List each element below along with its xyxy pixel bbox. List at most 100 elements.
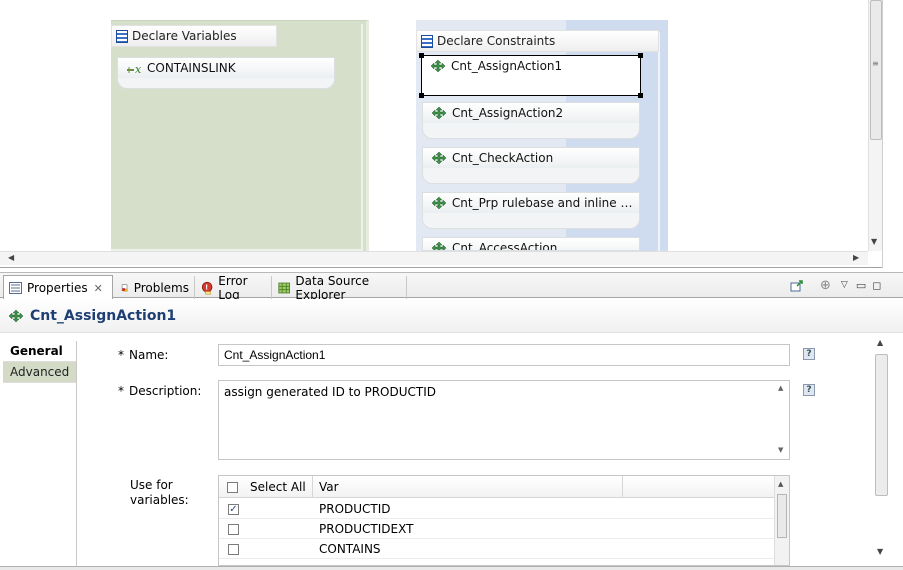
- declare-constraints-title: Declare Constraints: [437, 34, 556, 48]
- canvas-vertical-scrollbar[interactable]: ≡ ▼: [868, 0, 882, 251]
- tab-label: Error Log: [218, 273, 248, 302]
- svg-text:x: x: [135, 63, 142, 75]
- scroll-down-arrow-icon[interactable]: ▼: [871, 237, 877, 246]
- var-cell: CONTAINS: [319, 542, 381, 556]
- variable-node-label: CONTAINSLINK: [147, 61, 236, 75]
- tab-properties[interactable]: Properties ✕: [3, 275, 113, 300]
- description-textarea[interactable]: assign generated ID to PRODUCTID ▲ ▼: [218, 380, 790, 460]
- scroll-thumb[interactable]: [777, 494, 787, 538]
- side-tab-general[interactable]: General: [3, 341, 76, 362]
- window-bottom-edge: [0, 566, 903, 570]
- description-label-text: Description:: [129, 384, 202, 398]
- row-checkbox[interactable]: [228, 523, 239, 535]
- view-menu-group: ⊕ ▽ ▭ ◻: [820, 276, 881, 294]
- variable-icon: x: [127, 63, 142, 75]
- constraint-node-assignaction2[interactable]: Cnt_AssignAction2: [422, 102, 640, 139]
- declare-constraints-header[interactable]: Declare Constraints: [416, 30, 659, 52]
- minimize-icon[interactable]: ▭: [856, 279, 866, 292]
- scroll-down-arrow-icon[interactable]: ▼: [778, 446, 783, 454]
- scroll-right-arrow-icon[interactable]: ▶: [853, 253, 859, 262]
- scroll-thumb[interactable]: [870, 0, 882, 140]
- select-all-checkbox[interactable]: [227, 481, 238, 493]
- table-row[interactable]: CONTAINS: [219, 539, 774, 559]
- constraint-icon: [431, 151, 447, 165]
- tab-label: Problems: [133, 280, 189, 295]
- row-checkbox[interactable]: [228, 543, 239, 555]
- constraint-node-prp-rulebase[interactable]: Cnt_Prp rulebase and inline Act...: [422, 192, 640, 229]
- constraint-node-label: Cnt_AssignAction1: [451, 59, 563, 73]
- properties-title: Cnt_AssignAction1: [30, 307, 177, 324]
- select-all-header[interactable]: Select All: [219, 476, 313, 498]
- var-column-header[interactable]: Var: [313, 476, 623, 498]
- var-cell: PRODUCTIDEXT: [319, 522, 414, 536]
- constraint-icon: [431, 241, 447, 250]
- selection-handle[interactable]: [419, 93, 424, 98]
- problems-icon: [121, 283, 128, 291]
- properties-icon: [9, 282, 22, 294]
- description-text: assign generated ID to PRODUCTID: [224, 385, 437, 399]
- properties-side-tabs: General Advanced: [3, 341, 77, 566]
- table-scrollbar[interactable]: ▲: [774, 476, 789, 565]
- view-toolbar-icon[interactable]: ⊕: [820, 278, 831, 293]
- use-for-label-2: variables:: [130, 493, 189, 507]
- table-header: Select All Var: [219, 476, 774, 498]
- maximize-icon[interactable]: ◻: [872, 279, 881, 292]
- select-all-label: Select All: [250, 480, 306, 494]
- name-input[interactable]: [218, 344, 790, 366]
- required-marker: *: [118, 384, 124, 398]
- tab-data-source-explorer[interactable]: Data Source Explorer: [273, 273, 407, 302]
- scroll-up-arrow-icon[interactable]: ▲: [877, 338, 883, 347]
- canvas-horizontal-scrollbar[interactable]: ◀ ▶: [0, 251, 868, 265]
- error-log-icon: !: [201, 281, 213, 294]
- scroll-down-arrow-icon[interactable]: ▼: [877, 547, 883, 556]
- pin-view-button[interactable]: [790, 276, 804, 294]
- help-icon[interactable]: ?: [803, 348, 815, 360]
- tab-error-log[interactable]: ! Error Log: [196, 273, 272, 302]
- close-icon[interactable]: ✕: [94, 282, 103, 295]
- list-icon: [421, 34, 433, 48]
- scroll-thumb[interactable]: [875, 354, 888, 496]
- table-row[interactable]: ✓ PRODUCTID: [219, 499, 774, 519]
- scroll-left-arrow-icon[interactable]: ◀: [8, 253, 14, 262]
- help-icon[interactable]: ?: [803, 384, 815, 396]
- declare-variables-header[interactable]: Declare Variables: [111, 25, 277, 47]
- constraint-node-label: Cnt_CheckAction: [452, 151, 554, 165]
- diagram-canvas[interactable]: Declare Variables x CONTAINSLINK Declare…: [0, 0, 903, 268]
- constraint-node-label: Cnt_AccessAction: [452, 241, 558, 251]
- view-menu-chevron-icon[interactable]: ▽: [841, 280, 848, 290]
- required-marker: *: [118, 348, 124, 362]
- constraints-edge: [658, 32, 660, 251]
- tab-problems[interactable]: Problems: [116, 276, 195, 299]
- constraint-icon: [430, 59, 446, 73]
- declare-variables-title: Declare Variables: [132, 29, 237, 43]
- variable-node-containslink[interactable]: x CONTAINSLINK: [117, 57, 335, 89]
- selection-handle[interactable]: [419, 53, 424, 58]
- tab-label: Properties: [27, 281, 88, 295]
- name-label-text: Name:: [129, 348, 169, 362]
- properties-title-bar: Cnt_AssignAction1: [0, 299, 903, 333]
- data-source-explorer-icon: [278, 282, 291, 293]
- constraint-icon: [8, 309, 24, 322]
- var-header-label: Var: [319, 480, 339, 494]
- scroll-up-arrow-icon[interactable]: ▲: [778, 480, 783, 488]
- table-row[interactable]: PRODUCTIDEXT: [219, 519, 774, 539]
- constraint-icon: [431, 106, 447, 120]
- selection-handle[interactable]: [638, 93, 643, 98]
- tab-label: Data Source Explorer: [295, 273, 370, 302]
- canvas-right-edge: [882, 0, 903, 268]
- description-label: * Description:: [118, 384, 201, 398]
- selection-handle[interactable]: [638, 53, 643, 58]
- description-scrollbar[interactable]: ▲ ▼: [775, 381, 789, 459]
- row-checkbox[interactable]: ✓: [228, 503, 239, 515]
- name-label: * Name:: [118, 348, 168, 362]
- list-icon: [116, 29, 128, 43]
- constraint-node-checkaction[interactable]: Cnt_CheckAction: [422, 147, 640, 184]
- side-tab-advanced[interactable]: Advanced: [3, 362, 76, 383]
- constraint-node-assignaction1[interactable]: Cnt_AssignAction1: [419, 53, 643, 98]
- constraint-node-accessaction[interactable]: Cnt_AccessAction: [422, 237, 640, 251]
- properties-vertical-scrollbar[interactable]: ▲ ▼: [873, 336, 890, 562]
- scroll-up-arrow-icon[interactable]: ▲: [778, 384, 783, 392]
- variables-table[interactable]: Select All Var ✓ PRODUCTID PRODUCTIDEXT …: [218, 475, 790, 566]
- var-cell: PRODUCTID: [319, 502, 391, 516]
- eclipse-editor-window: Declare Variables x CONTAINSLINK Declare…: [0, 0, 903, 570]
